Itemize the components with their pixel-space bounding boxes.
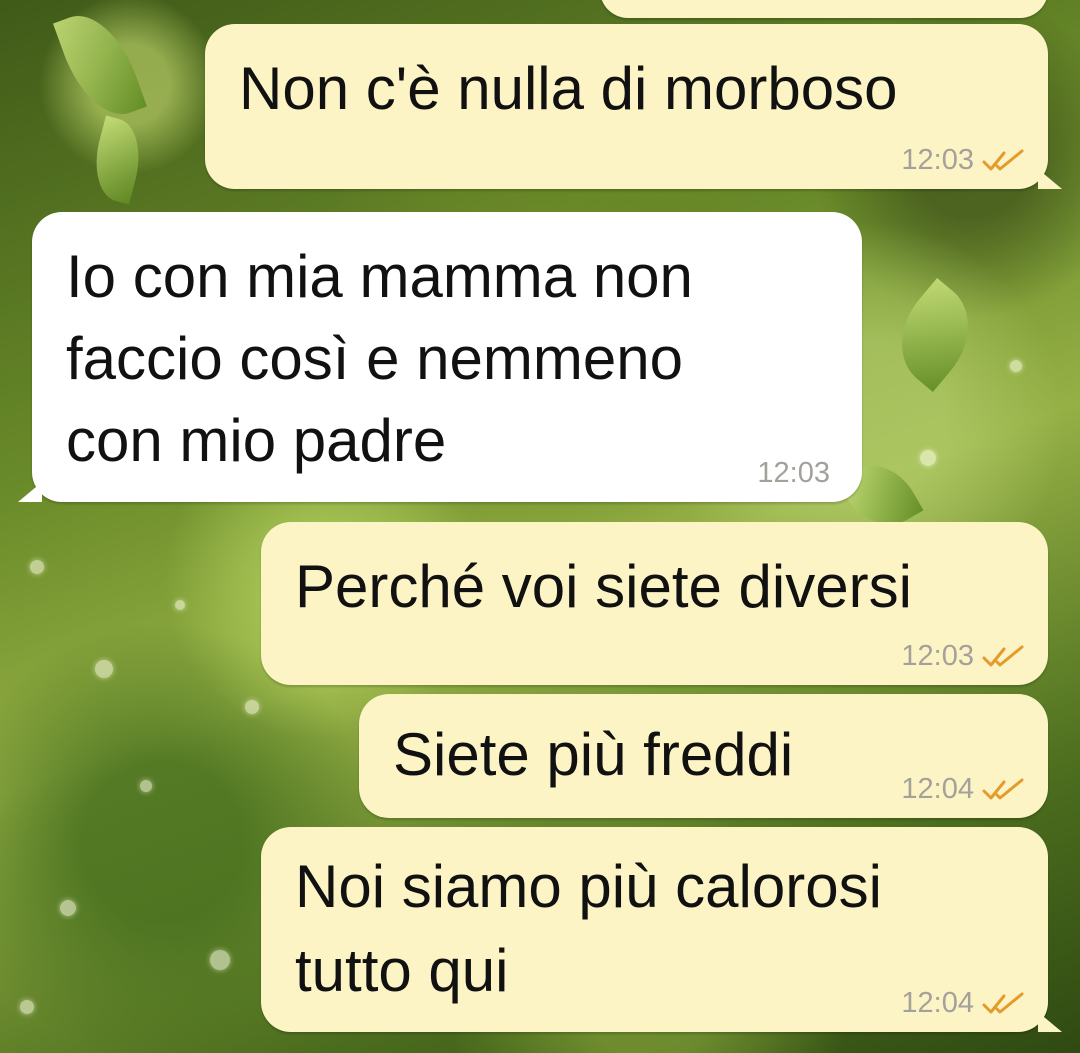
bokeh-light [60, 900, 76, 916]
bokeh-light [30, 560, 44, 574]
leaf-decoration [85, 115, 150, 205]
message-text: Siete più freddi [393, 721, 794, 788]
message-time: 12:03 [901, 640, 974, 672]
leaf-decoration [879, 278, 991, 392]
message-text: Noi siamo più calorosi tutto qui [295, 853, 882, 1004]
message-text: Io con mia mamma non faccio così e nemme… [66, 243, 693, 474]
double-check-icon [982, 778, 1024, 799]
message-meta: 12:04 [901, 773, 1026, 806]
message-time: 12:03 [757, 457, 830, 489]
bubble-tail [1038, 1012, 1062, 1032]
message-meta: 12:03 [901, 640, 1026, 673]
message-bubble-outgoing[interactable]: Noi siamo più calorosi tutto qui 12:04 [261, 827, 1062, 1032]
bokeh-light [920, 450, 936, 466]
message-text: Perché voi siete diversi [295, 553, 912, 620]
bokeh-light [140, 780, 152, 792]
bokeh-light [20, 1000, 34, 1014]
message-time: 12:04 [901, 773, 974, 805]
bokeh-light [245, 700, 259, 714]
double-check-icon [982, 149, 1024, 170]
message-time: 12:03 [901, 144, 974, 176]
bokeh-light [175, 600, 185, 610]
message-bubble-incoming[interactable]: Io con mia mamma non faccio così e nemme… [18, 212, 862, 502]
message-bubble-outgoing[interactable] [600, 0, 1048, 18]
message-bubble-outgoing[interactable]: Perché voi siete diversi 12:03 [261, 522, 1048, 685]
bokeh-light [1010, 360, 1022, 372]
bokeh-light [95, 660, 113, 678]
bokeh-light [210, 950, 230, 970]
message-text: Non c'è nulla di morboso [239, 55, 898, 122]
message-meta: 12:03 [757, 457, 830, 490]
message-meta: 12:03 [901, 144, 1026, 177]
bubble-tail [1038, 169, 1062, 189]
message-time: 12:04 [901, 987, 974, 1019]
message-bubble-outgoing[interactable]: Siete più freddi 12:04 [359, 694, 1048, 818]
message-meta: 12:04 [901, 987, 1026, 1020]
message-bubble-outgoing[interactable]: Non c'è nulla di morboso 12:03 [205, 24, 1062, 189]
double-check-icon [982, 992, 1024, 1013]
double-check-icon [982, 645, 1024, 666]
bubble-tail [18, 482, 42, 502]
leaf-decoration [52, 3, 148, 127]
